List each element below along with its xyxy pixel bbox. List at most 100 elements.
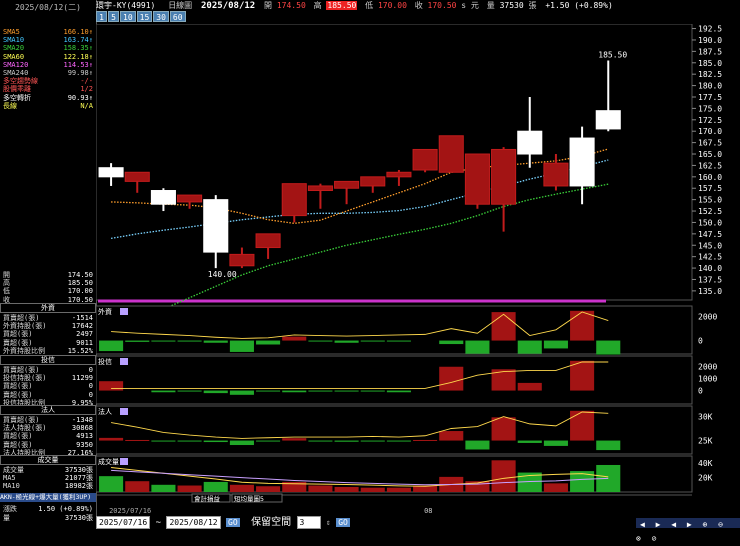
institution-panel-bar [229, 440, 254, 446]
indicator-name: SMA10 [3, 36, 25, 45]
period-button-15[interactable]: 15 [136, 11, 153, 22]
quote-date: 2025/08/12 [201, 1, 256, 11]
summary-label: 量 [3, 514, 10, 522]
stepper-icon[interactable]: ⇕ [326, 518, 331, 527]
candle-body [281, 183, 307, 217]
period-button-30[interactable]: 30 [153, 11, 169, 22]
institution-panel-title: 法人 [98, 407, 112, 416]
x-tick-label: 08 [424, 507, 432, 515]
y-tick-label: 170.0 [698, 127, 722, 136]
foreign-panel-bar [308, 340, 333, 342]
candle-body [438, 135, 464, 173]
indicator-value: 122.18↑ [63, 52, 93, 61]
institution-panel-bar [570, 410, 595, 441]
trust-panel-bar [517, 382, 542, 391]
keep-space-input[interactable]: 3 [296, 516, 321, 529]
strategy-label[interactable]: AKN-極光線+爆大量(獲利3UP) [0, 493, 96, 502]
period-button-10[interactable]: 10 [120, 11, 136, 22]
trust-panel-y-label: 1000 [698, 375, 717, 384]
institution-panel-bar [596, 440, 621, 451]
trust-panel-bar [334, 390, 359, 392]
y-tick-label: 147.5 [698, 230, 722, 239]
foreign-panel-bar [360, 340, 385, 342]
volume-y-label: 40K [698, 459, 713, 468]
institution-panel-bar [203, 440, 228, 443]
y-tick-label: 140.0 [698, 264, 722, 273]
row-value: 15.52% [67, 346, 93, 355]
y-tick-label: 135.0 [698, 287, 722, 296]
trust-panel-bar [256, 390, 281, 392]
keep-space-label: 保留空間 [251, 517, 292, 528]
indicator-value: 90.93↑ [67, 93, 93, 102]
go-button[interactable]: GO [226, 518, 240, 527]
go2-button[interactable]: GO [336, 518, 350, 527]
volume-bar [308, 485, 333, 492]
trust-panel-icon [120, 358, 128, 365]
summary-row: 量 37530張 [3, 514, 93, 522]
row-value: 0 [88, 382, 93, 391]
volume-section-row: MA5 21077張 [3, 474, 93, 482]
row-value: 4913 [76, 432, 93, 441]
y-tick-label: 145.0 [698, 241, 722, 250]
volume-unit: 張 [528, 1, 537, 10]
indicator-name: 長線 [3, 101, 17, 110]
indicator-row: 多空轉折 90.93↑ [3, 94, 93, 102]
row-label: 外資持股比例 [3, 346, 45, 355]
y-tick-label: 162.5 [698, 161, 722, 170]
volume-value: 37530 [499, 1, 524, 10]
volume-bar [177, 485, 202, 492]
trust-panel-bar [308, 390, 333, 392]
institution-panel-bar [151, 440, 176, 442]
indicator-name: 多空轉折 [3, 93, 31, 102]
volume-bar [360, 487, 385, 492]
trust-panel-bar [570, 360, 595, 391]
scrollbar[interactable]: ◀ ▶ ◀ ▶ ⊕ ⊖ ⊗ ⊘ [636, 518, 740, 543]
toolbar-icons[interactable]: ◀ ▶ ◀ ▶ ⊕ ⊖ ⊗ ⊘ [636, 520, 726, 543]
foreign-panel-bar [570, 310, 595, 341]
institution-panel-bar [282, 438, 307, 441]
institution-panel-bar [491, 417, 516, 441]
indicator-value: 163.74↑ [63, 36, 93, 45]
indicator-value: 114.53↑ [63, 60, 93, 69]
foreign-panel-y-label: 2000 [698, 313, 717, 322]
y-tick-label: 187.5 [698, 47, 722, 56]
indicator-row: 股價乖離 1/2 [3, 85, 93, 93]
trust-section-row: 賣超(張) 0 [3, 391, 93, 399]
foreign-panel-bar [465, 340, 490, 354]
foreign-panel-bar [386, 340, 411, 342]
institution-panel-bar [177, 440, 202, 442]
indicator-name: SMA20 [3, 44, 25, 53]
volume-label: 量 [486, 1, 495, 10]
period-button-5[interactable]: 5 [108, 11, 119, 22]
candle-body [464, 153, 490, 205]
candle-body [150, 190, 176, 205]
period-button-60[interactable]: 60 [169, 11, 186, 22]
volume-bar [229, 484, 254, 492]
candle-body [543, 162, 569, 187]
row-label: 賣超(張) [3, 338, 33, 347]
chart-area[interactable]: 135.0 137.5 140.0 142.5 145.0 147.5 150.0 152.5… [96, 24, 740, 529]
foreign-panel-bar [151, 340, 176, 342]
ohlc-row: 高 185.50 [3, 279, 93, 287]
y-tick-label: 182.5 [698, 70, 722, 79]
trust-section-row: 買超(張) 0 [3, 382, 93, 390]
foreign-panel-icon [120, 308, 128, 315]
row-value: 2497 [76, 330, 93, 339]
volume-y-label: 20K [698, 474, 713, 483]
start-date-input[interactable]: 2025/07/16 [96, 516, 151, 529]
period-button-1[interactable]: 1 [96, 11, 107, 22]
candle-body [203, 199, 229, 253]
foreign-section-row: 賣超(張) 9011 [3, 339, 93, 347]
stock-name[interactable]: 環宇-KY(4991) [96, 1, 155, 10]
y-tick-label: 150.0 [698, 218, 722, 227]
row-value: 21077張 [64, 474, 93, 483]
row-label: 買賣超(張) [3, 366, 40, 374]
foreign-panel-y-label: 0 [698, 337, 703, 346]
indicator-row: SMA120 114.53↑ [3, 61, 93, 69]
indicator-row: 長線 N/A [3, 102, 93, 110]
institution-panel-bar [256, 440, 281, 442]
volume-bar [125, 481, 150, 492]
end-date-input[interactable]: 2025/08/12 [166, 516, 221, 529]
foreign-section-row: 買賣超(張) -1514 [3, 314, 93, 322]
row-label: MA10 [3, 482, 20, 491]
